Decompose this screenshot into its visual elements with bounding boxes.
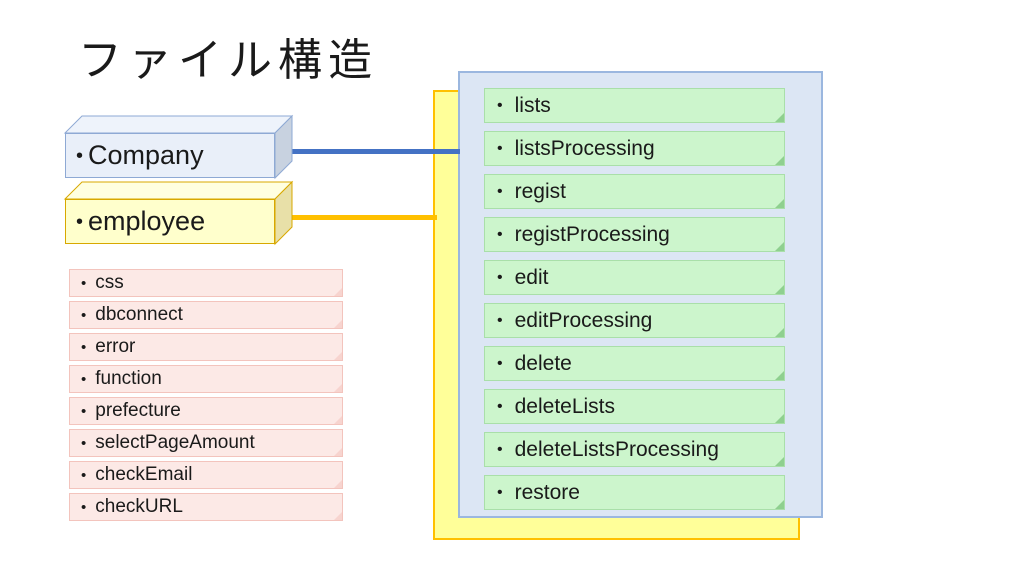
bullet-icon: • [76,211,84,234]
connector-employee-to-panel [287,215,437,220]
list-item-label: checkURL [95,496,183,517]
bullet-icon: • [497,96,503,114]
fold-corner-icon [334,448,342,456]
fold-corner-icon [334,512,342,520]
list-item[interactable]: • editProcessing [484,303,785,338]
slide-canvas: ファイル構造 • Company • employee • css • dbconnec… [0,0,1024,576]
list-item[interactable]: • function [69,365,343,393]
bullet-icon: • [497,354,503,372]
list-item-label: dbconnect [95,304,183,325]
connector-company-to-panel [287,149,460,154]
list-item-label: deleteListsProcessing [514,437,719,461]
fold-corner-icon [334,480,342,488]
bullet-icon: • [81,338,87,356]
fold-corner-icon [334,288,342,296]
fold-corner-icon [775,457,784,466]
list-item[interactable]: • checkURL [69,493,343,521]
list-item[interactable]: • regist [484,174,785,209]
list-item-label: editProcessing [514,308,653,332]
list-item[interactable]: • delete [484,346,785,381]
list-item-label: selectPageAmount [95,432,255,453]
list-item-label: restore [514,480,580,504]
page-title: ファイル構造 [78,36,378,85]
list-item[interactable]: • css [69,269,343,297]
list-item[interactable]: • selectPageAmount [69,429,343,457]
fold-corner-icon [775,242,784,251]
bullet-icon: • [81,274,87,292]
entity-label-employee: • employee [76,206,206,236]
list-item-label: css [95,272,124,293]
bullet-icon: • [497,139,503,157]
fold-corner-icon [775,500,784,509]
list-item-label: regist [514,179,566,203]
bullet-icon: • [497,397,503,415]
list-item[interactable]: • deleteListsProcessing [484,432,785,467]
list-item-label: delete [514,351,572,375]
fold-corner-icon [775,199,784,208]
bullet-icon: • [81,498,87,516]
bullet-icon: • [497,268,503,286]
fold-corner-icon [775,371,784,380]
list-item-label: edit [514,265,549,289]
list-item[interactable]: • dbconnect [69,301,343,329]
bullet-icon: • [497,311,503,329]
list-item-label: function [95,368,162,389]
list-item[interactable]: • edit [484,260,785,295]
bullet-icon: • [497,225,503,243]
list-item[interactable]: • deleteLists [484,389,785,424]
fold-corner-icon [775,156,784,165]
company-box-front: • Company [65,133,275,178]
list-item[interactable]: • prefecture [69,397,343,425]
list-item-label: checkEmail [95,464,193,485]
bullet-icon: • [76,145,84,168]
entity-box-company[interactable]: • Company [63,114,294,180]
employee-box-front: • employee [65,199,275,244]
fold-corner-icon [334,320,342,328]
list-item-label: error [95,336,136,357]
list-item[interactable]: • registProcessing [484,217,785,252]
list-item-label: lists [514,93,551,117]
fold-corner-icon [775,328,784,337]
fold-corner-icon [334,384,342,392]
list-item-label: listsProcessing [514,136,655,160]
entity-box-employee[interactable]: • employee [63,180,294,246]
list-item-label: registProcessing [514,222,670,246]
bullet-icon: • [81,370,87,388]
fold-corner-icon [775,285,784,294]
bullet-icon: • [497,440,503,458]
fold-corner-icon [334,352,342,360]
list-item-label: prefecture [95,400,181,421]
bullet-icon: • [81,402,87,420]
list-item[interactable]: • checkEmail [69,461,343,489]
list-item[interactable]: • listsProcessing [484,131,785,166]
bullet-icon: • [81,306,87,324]
entity-label-company: • Company [76,140,204,170]
list-item[interactable]: • lists [484,88,785,123]
bullet-icon: • [497,182,503,200]
list-item[interactable]: • error [69,333,343,361]
fold-corner-icon [334,416,342,424]
bullet-icon: • [497,483,503,501]
fold-corner-icon [775,414,784,423]
list-item-label: deleteLists [514,394,616,418]
bullet-icon: • [81,466,87,484]
list-item[interactable]: • restore [484,475,785,510]
bullet-icon: • [81,434,87,452]
fold-corner-icon [775,113,784,122]
